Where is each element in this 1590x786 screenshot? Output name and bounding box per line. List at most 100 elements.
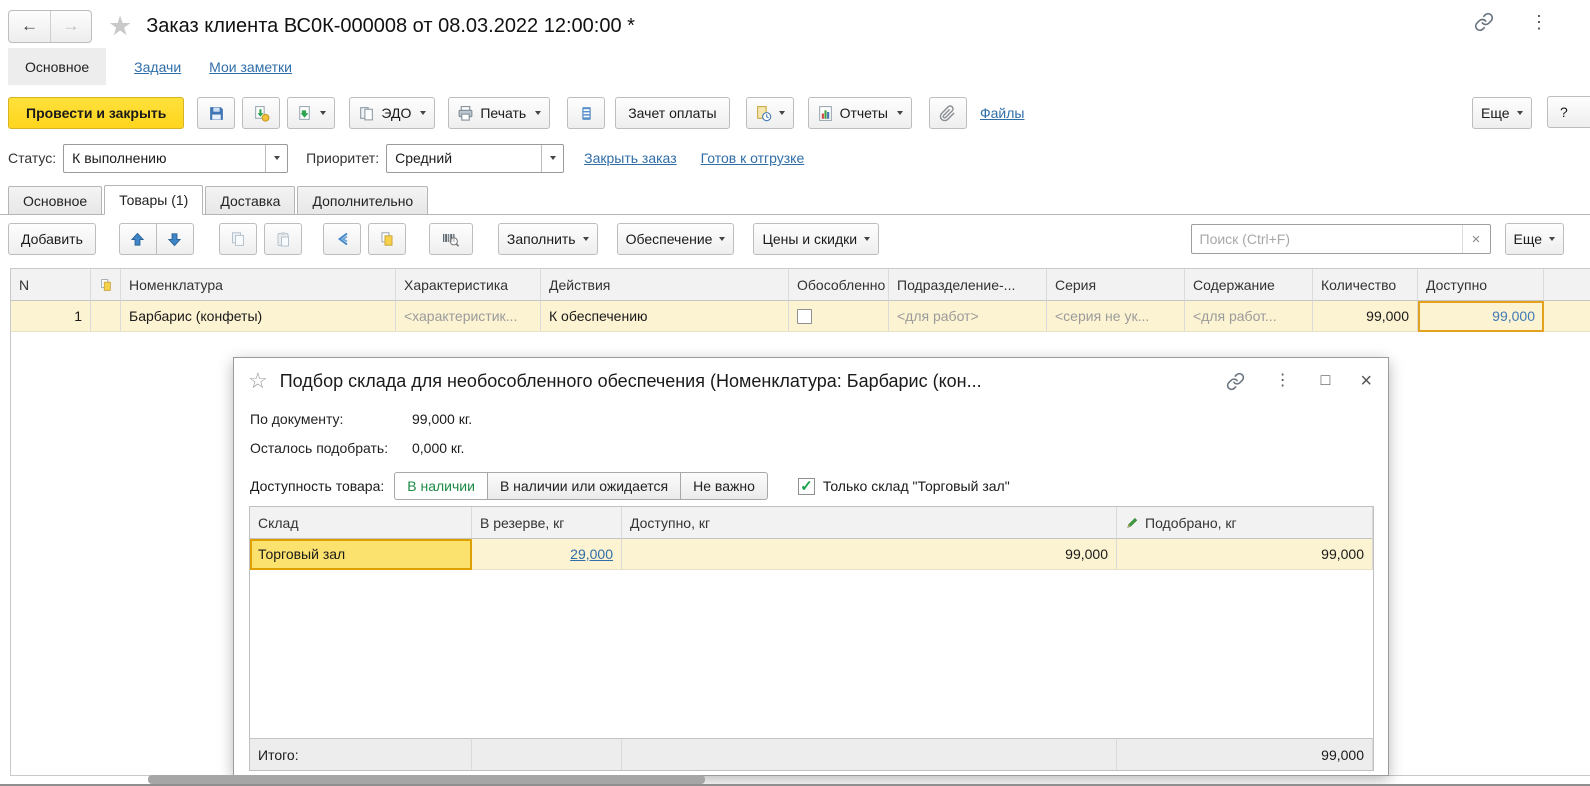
tab-osnovnoe[interactable]: Основное — [8, 48, 107, 85]
cell-picked[interactable]: 99,000 — [1117, 539, 1373, 570]
col-reserve: В резерве, кг — [472, 507, 622, 539]
cell-actions[interactable]: К обеспечению — [541, 301, 789, 332]
cell-available-selected[interactable]: 99,000 — [1418, 301, 1544, 332]
fill-label: Заполнить — [506, 231, 576, 247]
only-warehouse-checkbox[interactable]: ✓ — [797, 477, 815, 495]
cell-reserve[interactable]: 29,000 — [472, 539, 622, 570]
cell-n[interactable]: 1 — [11, 301, 91, 332]
priority-label: Приоритет: — [306, 150, 380, 166]
warehouse-table-empty-area[interactable] — [250, 570, 1373, 738]
col-actions: Действия — [541, 269, 789, 301]
back-button[interactable]: ← — [9, 11, 50, 42]
ready-to-ship-link[interactable]: Готов к отгрузке — [701, 150, 805, 166]
arrow-down-icon — [167, 232, 182, 247]
status-combo-arrow[interactable] — [265, 144, 287, 172]
search-input[interactable] — [1190, 224, 1491, 254]
forward-button[interactable]: → — [50, 10, 91, 42]
caret-down-icon — [864, 237, 871, 241]
move-down-button[interactable] — [155, 223, 194, 255]
tab-moi-zametki[interactable]: Мои заметки — [209, 59, 292, 75]
post-and-close-button[interactable]: Провести и закрыть — [8, 97, 185, 129]
cell-available-kg[interactable]: 99,000 — [622, 539, 1117, 570]
col-series: Серия — [1047, 269, 1185, 301]
files-link[interactable]: Файлы — [980, 105, 1024, 121]
more-menu-icon[interactable]: ⋮ — [1530, 13, 1548, 31]
availability-in-stock[interactable]: В наличии — [394, 472, 488, 500]
copy-row-button[interactable] — [218, 223, 257, 255]
cell-characteristic[interactable]: <характеристик... — [396, 301, 541, 332]
reserve-link[interactable]: 29,000 — [570, 546, 613, 562]
availability-not-important[interactable]: Не важно — [680, 472, 768, 500]
dialog-titlebar: ☆ Подбор склада для необособленного обес… — [234, 358, 1388, 404]
only-warehouse-option[interactable]: ✓ Только склад "Торговый зал" — [797, 477, 1010, 495]
cell-warehouse-selected[interactable]: Торговый зал — [250, 539, 472, 570]
pencil-icon — [1125, 516, 1139, 530]
cell-series[interactable]: <серия не ук... — [1047, 301, 1185, 332]
fill-button[interactable]: Заполнить — [497, 223, 598, 255]
document-timeline-button[interactable] — [745, 97, 794, 129]
add-row-button[interactable]: Добавить — [8, 223, 96, 255]
reports-button[interactable]: Отчеты — [807, 97, 912, 129]
copy-icon — [230, 231, 246, 247]
maximize-icon[interactable]: □ — [1321, 373, 1331, 389]
subordination-structure-button[interactable] — [567, 97, 606, 129]
save-button[interactable] — [197, 97, 236, 129]
tab-additional[interactable]: Дополнительно — [297, 186, 429, 214]
priority-combobox[interactable]: Средний — [386, 143, 565, 173]
tab-goods[interactable]: Товары (1) — [104, 185, 204, 215]
move-up-button[interactable] — [118, 223, 157, 255]
col-available-kg: Доступно, кг — [622, 507, 1117, 539]
paste-row-button[interactable] — [263, 223, 302, 255]
col-content: Содержание — [1185, 269, 1313, 301]
tab-delivery[interactable]: Доставка — [205, 186, 296, 214]
close-order-link[interactable]: Закрыть заказ — [584, 150, 677, 166]
availability-in-stock-or-expected[interactable]: В наличии или ожидается — [486, 472, 682, 500]
caret-down-icon — [420, 111, 427, 115]
attachments-button[interactable] — [928, 97, 967, 129]
detail-tabs: Основное Товары (1) Доставка Дополнитель… — [0, 185, 1590, 215]
tab-zadachi[interactable]: Задачи — [134, 59, 181, 75]
barcode-scan-button[interactable] — [428, 223, 473, 255]
close-icon[interactable]: × — [1360, 371, 1372, 391]
table-more-button[interactable]: Еще — [1504, 223, 1564, 255]
history-nav: ← → — [8, 9, 92, 43]
more-menu-icon[interactable]: ⋮ — [1275, 373, 1291, 389]
provision-button[interactable]: Обеспечение — [616, 223, 735, 255]
cell-separate-icon[interactable] — [91, 301, 121, 332]
cell-separate[interactable] — [789, 301, 889, 332]
col-quantity: Количество — [1313, 269, 1418, 301]
cell-quantity[interactable]: 99,000 — [1313, 301, 1418, 332]
help-button[interactable]: ? — [1547, 96, 1590, 128]
paperclip-icon — [939, 104, 956, 122]
favorite-star-outline-icon[interactable]: ☆ — [248, 368, 268, 394]
split-row-button[interactable] — [322, 223, 361, 255]
cell-content[interactable]: <для работ... — [1185, 301, 1313, 332]
status-combobox[interactable]: К выполнению — [63, 143, 289, 173]
edo-button[interactable]: ЭДО — [349, 97, 436, 129]
separate-checkbox[interactable] — [797, 308, 812, 324]
create-based-on-button[interactable] — [287, 97, 336, 129]
col-picked-label: Подобрано, кг — [1145, 514, 1237, 531]
col-nomenclature: Номенклатура — [121, 269, 396, 301]
toolbar-more-button[interactable]: Еще — [1472, 97, 1532, 129]
prices-discounts-button[interactable]: Цены и скидки — [753, 223, 880, 255]
command-toolbar: Провести и закрыть ЭДО Печать Зачет опла… — [8, 96, 1532, 130]
favorite-star-icon[interactable]: ★ — [108, 11, 132, 42]
payment-offset-button[interactable]: Зачет оплаты — [615, 97, 730, 129]
post-document-button[interactable] — [242, 97, 281, 129]
status-row: Статус: К выполнению Приоритет: Средний … — [8, 142, 804, 174]
remaining-row: Осталось подобрать: 0,000 кг. — [234, 433, 1388, 462]
cell-department[interactable]: <для работ> — [889, 301, 1047, 332]
arrow-up-icon — [130, 232, 145, 247]
get-link-icon[interactable] — [1474, 12, 1494, 32]
separate-provision-button[interactable] — [367, 223, 406, 255]
horizontal-scrollbar-thumb[interactable] — [148, 775, 705, 784]
cell-nomenclature[interactable]: Барбарис (конфеты) — [121, 301, 396, 332]
search-clear-icon[interactable]: × — [1461, 225, 1490, 253]
cell-extra[interactable] — [1544, 301, 1590, 332]
tab-main[interactable]: Основное — [8, 186, 103, 214]
priority-combo-arrow[interactable] — [541, 144, 563, 172]
reports-label: Отчеты — [839, 105, 888, 121]
print-button[interactable]: Печать — [448, 97, 551, 129]
get-link-icon[interactable] — [1226, 372, 1245, 391]
